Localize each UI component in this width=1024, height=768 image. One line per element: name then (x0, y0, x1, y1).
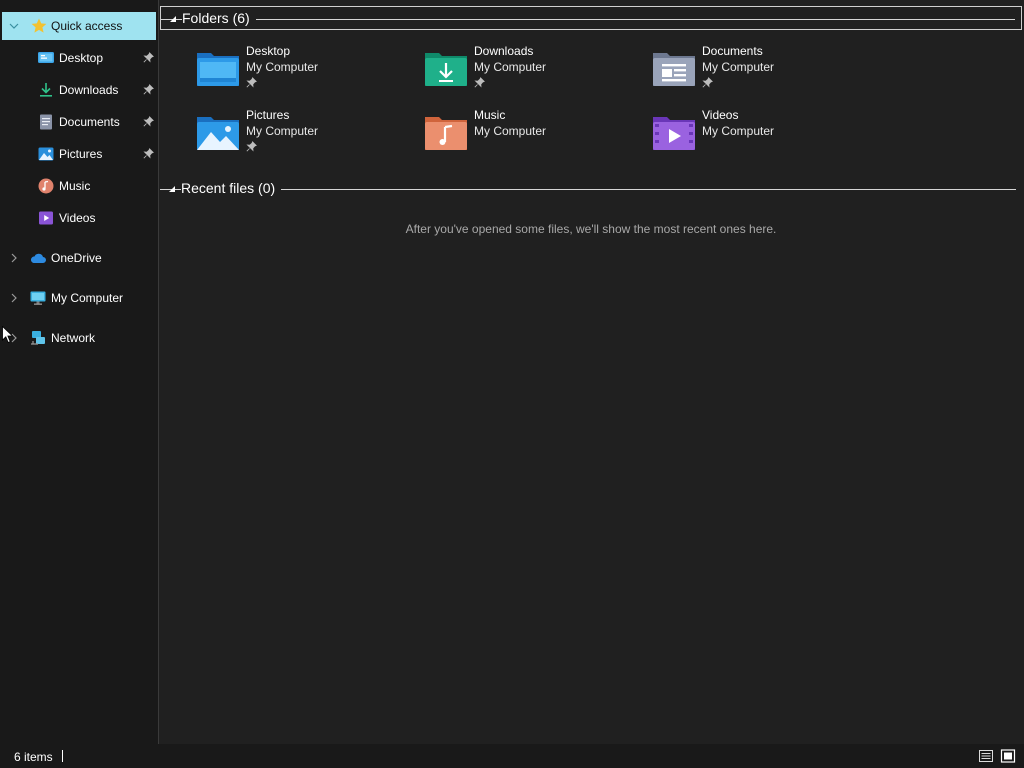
mouse-cursor-icon (2, 326, 14, 344)
nav-item-onedrive[interactable]: OneDrive (2, 244, 156, 272)
group-divider (160, 189, 1016, 190)
documents-folder-icon (653, 53, 695, 86)
status-separator (62, 750, 63, 762)
pin-icon[interactable] (143, 116, 154, 127)
nav-item-label: Network (51, 331, 96, 345)
star-icon (31, 18, 47, 33)
collapse-triangle-icon[interactable] (168, 185, 176, 193)
pin-icon (246, 141, 257, 152)
content-pane[interactable]: Folders (6) Desktop My Computer Download… (160, 0, 1024, 744)
computer-icon (30, 291, 46, 305)
folder-name: Downloads (474, 44, 534, 58)
large-icons-view-icon[interactable] (1000, 748, 1016, 764)
folder-tile-downloads[interactable]: Downloads My Computer (424, 44, 624, 100)
nav-item-label: Quick access (51, 19, 123, 33)
group-divider (161, 19, 1015, 20)
folder-tile-music[interactable]: Music My Computer (424, 108, 624, 164)
folder-tile-pictures[interactable]: Pictures My Computer (196, 108, 396, 164)
desktop-icon (38, 52, 54, 63)
nav-item-videos[interactable]: Videos (2, 204, 156, 232)
recent-files-empty-message: After you've opened some files, we'll sh… (405, 222, 777, 236)
nav-item-network[interactable]: Network (2, 324, 156, 352)
network-icon (31, 331, 45, 345)
nav-item-music[interactable]: Music (2, 172, 156, 200)
nav-item-my-computer[interactable]: My Computer (2, 284, 156, 312)
status-bar: 6 items (0, 744, 1024, 768)
chevron-down-icon[interactable] (9, 21, 19, 31)
nav-item-label: Downloads (59, 83, 119, 97)
picture-icon (38, 147, 54, 161)
music-folder-icon (425, 117, 467, 150)
nav-item-quick-access[interactable]: Quick access (2, 12, 156, 40)
file-explorer-window: Quick access Desktop Downloads Documents… (0, 0, 1024, 768)
folder-location: My Computer (474, 124, 547, 138)
folder-tile-videos[interactable]: Videos My Computer (652, 108, 852, 164)
recent-files-group-header[interactable]: Recent files (0) (160, 177, 1022, 201)
pin-icon[interactable] (143, 148, 154, 159)
nav-item-documents[interactable]: Documents (2, 108, 156, 136)
document-icon (40, 114, 52, 130)
nav-item-label: Videos (59, 211, 96, 225)
pin-icon[interactable] (143, 84, 154, 95)
nav-item-label: Documents (59, 115, 120, 129)
pin-icon (246, 77, 257, 88)
folders-group-title: Folders (6) (182, 10, 256, 26)
nav-item-pictures[interactable]: Pictures (2, 140, 156, 168)
recent-files-group-title: Recent files (0) (181, 180, 282, 196)
music-icon (38, 178, 54, 194)
navigation-pane[interactable]: Quick access Desktop Downloads Documents… (0, 0, 159, 744)
nav-item-label: Music (59, 179, 91, 193)
folder-location: My Computer (474, 60, 547, 74)
chevron-right-icon[interactable] (9, 293, 19, 303)
nav-item-downloads[interactable]: Downloads (2, 76, 156, 104)
pictures-folder-icon (197, 117, 239, 150)
folder-name: Pictures (246, 108, 290, 122)
cloud-icon (30, 253, 46, 263)
downloads-folder-icon (425, 53, 467, 86)
details-view-icon[interactable] (978, 748, 994, 764)
item-count: 6 items (14, 750, 53, 764)
folder-tile-desktop[interactable]: Desktop My Computer (196, 44, 396, 100)
collapse-triangle-icon[interactable] (169, 15, 177, 23)
folder-location: My Computer (702, 124, 775, 138)
desktop-folder-icon (197, 53, 239, 86)
folder-name: Documents (702, 44, 763, 58)
folder-name: Desktop (246, 44, 291, 58)
pin-icon (474, 77, 485, 88)
nav-item-label: OneDrive (51, 251, 102, 265)
videos-folder-icon (653, 117, 695, 150)
download-icon (40, 83, 52, 97)
video-icon (39, 211, 53, 225)
pin-icon[interactable] (143, 52, 154, 63)
nav-item-desktop[interactable]: Desktop (2, 44, 156, 72)
nav-item-label: My Computer (51, 291, 124, 305)
folder-location: My Computer (702, 60, 775, 74)
folders-group-header[interactable]: Folders (6) (160, 6, 1022, 30)
folder-tile-documents[interactable]: Documents My Computer (652, 44, 852, 100)
folder-location: My Computer (246, 124, 319, 138)
nav-item-label: Pictures (59, 147, 103, 161)
folder-location: My Computer (246, 60, 319, 74)
folder-name: Videos (702, 108, 739, 122)
nav-item-label: Desktop (59, 51, 104, 65)
chevron-right-icon[interactable] (9, 253, 19, 263)
folder-name: Music (474, 108, 506, 122)
pin-icon (702, 77, 713, 88)
